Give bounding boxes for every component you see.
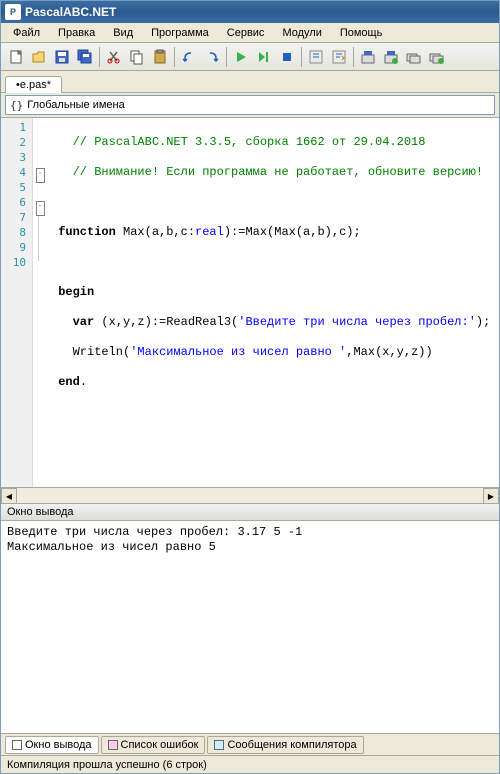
scope-combo[interactable]: {} Глобальные имена [5,95,495,115]
tab-errors-icon [108,740,118,750]
toolbar-separator [99,47,100,67]
menubar: Файл Правка Вид Программа Сервис Модули … [1,23,499,43]
menu-program[interactable]: Программа [143,25,217,41]
code-area[interactable]: // PascalABC.NET 3.3.5, сборка 1662 от 2… [47,118,499,487]
app-icon: P [5,4,21,20]
horizontal-scrollbar[interactable]: ◀ ▶ [1,487,499,503]
output-line: Введите три числа через пробел: 3.17 5 -… [7,525,302,539]
titlebar: P PascalABC.NET [1,1,499,23]
new-file-button[interactable] [5,46,27,68]
scroll-track[interactable] [17,488,483,503]
menu-file[interactable]: Файл [5,25,48,41]
tab-errors[interactable]: Список ошибок [101,736,206,754]
cut-button[interactable] [103,46,125,68]
tab-bar: •e.pas* [1,71,499,93]
fold-column: - - [33,118,47,487]
scroll-right-icon[interactable]: ▶ [483,488,499,504]
step-into-button[interactable] [305,46,327,68]
run-no-debug-button[interactable] [253,46,275,68]
fold-toggle[interactable]: - [36,168,45,183]
copy-button[interactable] [126,46,148,68]
tab-output-icon [12,740,22,750]
line-gutter: 1 2 3 4 5 6 7 8 9 10 [1,118,33,487]
toolbar-separator [301,47,302,67]
build-button[interactable] [380,46,402,68]
redo-button[interactable] [201,46,223,68]
open-file-button[interactable] [28,46,50,68]
fold-toggle[interactable]: - [36,201,45,216]
menu-view[interactable]: Вид [105,25,141,41]
menu-modules[interactable]: Модули [274,25,329,41]
status-text: Компиляция прошла успешно (6 строк) [7,759,207,771]
braces-icon: {} [10,99,23,112]
status-bar: Компиляция прошла успешно (6 строк) [1,755,499,773]
tab-output[interactable]: Окно вывода [5,736,99,754]
rebuild-button[interactable] [403,46,425,68]
save-all-button[interactable] [74,46,96,68]
toolbar-separator [226,47,227,67]
code-editor[interactable]: 1 2 3 4 5 6 7 8 9 10 - - // PascalABC.NE… [1,117,499,487]
menu-help[interactable]: Помощь [332,25,391,41]
output-panel[interactable]: Введите три числа через пробел: 3.17 5 -… [1,521,499,733]
file-tab[interactable]: •e.pas* [5,76,62,93]
bottom-tab-bar: Окно вывода Список ошибок Сообщения комп… [1,733,499,755]
toolbar [1,43,499,71]
tab-label: Окно вывода [25,739,92,751]
step-over-button[interactable] [328,46,350,68]
paste-button[interactable] [149,46,171,68]
save-button[interactable] [51,46,73,68]
tab-label: Список ошибок [121,739,199,751]
output-panel-header: Окно вывода [1,503,499,521]
toolbar-separator [353,47,354,67]
rebuild-all-button[interactable] [426,46,448,68]
scope-label: Глобальные имена [27,99,125,111]
tab-label: Сообщения компилятора [227,739,356,751]
menu-edit[interactable]: Правка [50,25,103,41]
output-line: Максимальное из чисел равно 5 [7,540,216,554]
tab-compiler-icon [214,740,224,750]
window-title: PascalABC.NET [25,5,116,19]
undo-button[interactable] [178,46,200,68]
tab-compiler[interactable]: Сообщения компилятора [207,736,363,754]
compile-button[interactable] [357,46,379,68]
toolbar-separator [174,47,175,67]
stop-button[interactable] [276,46,298,68]
scroll-left-icon[interactable]: ◀ [1,488,17,504]
menu-service[interactable]: Сервис [219,25,273,41]
run-button[interactable] [230,46,252,68]
